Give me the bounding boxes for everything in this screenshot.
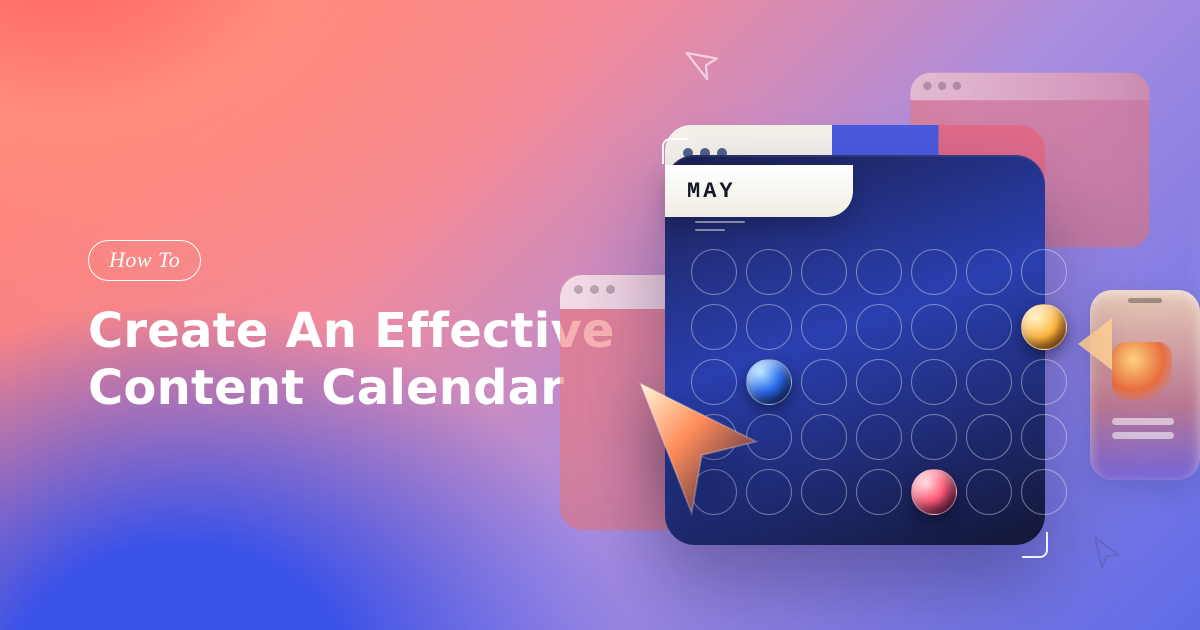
calendar-day	[746, 304, 792, 350]
calendar-day	[746, 249, 792, 295]
phone-notch-icon	[1128, 298, 1162, 303]
calendar-day	[801, 414, 847, 460]
calendar-day	[911, 359, 957, 405]
calendar-day	[801, 249, 847, 295]
calendar-day	[966, 469, 1012, 515]
phone-content-blob	[1112, 342, 1172, 400]
window-controls-icon	[923, 82, 961, 90]
hero-illustration: MAY	[570, 30, 1190, 610]
calendar-header-line	[695, 221, 745, 223]
calendar-day	[691, 304, 737, 350]
cursor-outline-icon	[1083, 531, 1127, 575]
calendar-day	[1021, 249, 1067, 295]
calendar-day	[911, 414, 957, 460]
calendar-day	[966, 249, 1012, 295]
calendar-day	[1021, 469, 1067, 515]
crop-corner-icon	[662, 138, 688, 164]
title-line-1: Create An Effective	[88, 303, 615, 359]
hero-copy: How To Create An Effective Content Calen…	[88, 240, 615, 416]
calendar-day	[801, 469, 847, 515]
title-line-2: Content Calendar	[88, 360, 564, 416]
phone-text-line	[1112, 432, 1174, 439]
calendar-day-marked	[911, 469, 957, 515]
calendar-day	[911, 249, 957, 295]
calendar-day	[1021, 414, 1067, 460]
calendar-header-line	[695, 229, 725, 231]
calendar-day	[856, 359, 902, 405]
calendar-day	[966, 414, 1012, 460]
calendar-day	[911, 304, 957, 350]
calendar-day	[691, 249, 737, 295]
calendar-day	[856, 469, 902, 515]
calendar-day	[801, 304, 847, 350]
calendar-day	[801, 359, 847, 405]
calendar-day	[856, 414, 902, 460]
cursor-outline-icon	[677, 37, 729, 89]
calendar-day	[966, 304, 1012, 350]
hero-title: Create An Effective Content Calendar	[88, 303, 615, 416]
calendar-day	[1021, 359, 1067, 405]
window-controls-icon	[574, 285, 615, 294]
callout-arrow-icon	[1078, 318, 1112, 370]
crop-corner-icon	[1022, 532, 1048, 558]
calendar-day	[856, 304, 902, 350]
calendar-day-marked	[1021, 304, 1067, 350]
calendar-day	[856, 249, 902, 295]
calendar-day	[966, 359, 1012, 405]
phone-text-line	[1112, 418, 1174, 425]
cursor-pointer-icon	[610, 360, 780, 530]
category-badge: How To	[88, 240, 201, 281]
calendar-month-tab: MAY	[665, 165, 853, 217]
